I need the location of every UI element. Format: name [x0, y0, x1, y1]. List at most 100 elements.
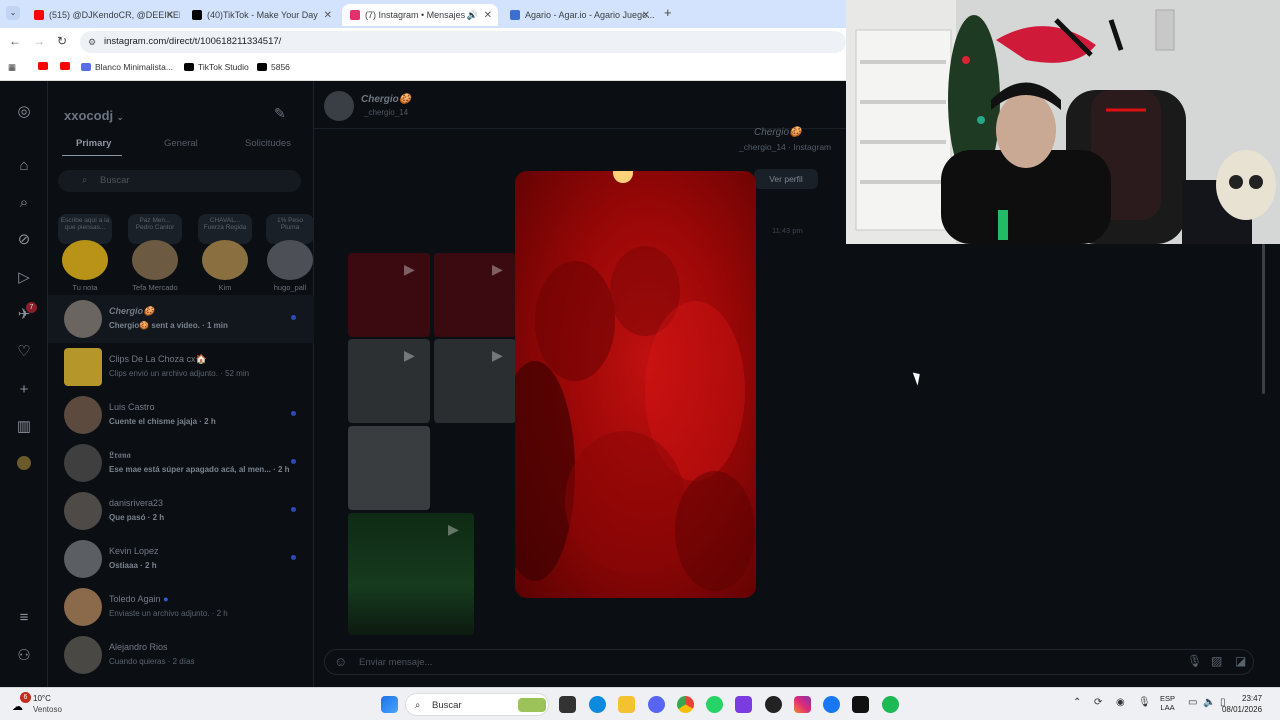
- conversation-item[interactable]: Clips De La Choza cx🏠 Clips envió un arc…: [48, 343, 314, 391]
- threads-icon[interactable]: ⚇: [15, 647, 33, 665]
- conversation-item[interactable]: Chergio🍪 Chergio🍪 sent a video. · 1 min: [48, 295, 314, 343]
- avatar: [64, 300, 102, 338]
- media-thumbnail[interactable]: ▶: [348, 513, 474, 635]
- reload-icon[interactable]: ↻: [57, 34, 67, 48]
- play-icon: ▶: [492, 347, 503, 363]
- dashboard-icon[interactable]: ▥: [15, 418, 33, 436]
- messages-icon[interactable]: ✈ 7: [15, 302, 37, 324]
- explore-icon[interactable]: ⊘: [15, 231, 33, 249]
- chat-title[interactable]: Chergio🍪: [361, 94, 411, 105]
- view-profile-button[interactable]: Ver perfil: [754, 169, 818, 189]
- tab-general[interactable]: General: [164, 138, 198, 149]
- menu-icon[interactable]: ≡: [15, 609, 33, 627]
- taskbar-search[interactable]: ⌕ Buscar: [405, 693, 549, 716]
- scrollbar-thumb[interactable]: [1262, 244, 1265, 394]
- browser-window: ⌄ (515) @DJKendoCR, @DEEIKEL... ✕ (40)Ti…: [0, 0, 846, 81]
- home-icon[interactable]: ⌂: [15, 157, 33, 175]
- windows-start-icon[interactable]: [381, 696, 398, 713]
- site-info-icon[interactable]: ⚙: [88, 31, 96, 53]
- nav-rail: ◎ ⌂ ⌕ ⊘ ▷ ✈ 7 ♡ + ▥ ≡ ⚇: [0, 81, 48, 687]
- instagram-icon[interactable]: ◎: [15, 103, 33, 121]
- tab-label: (7) Instagram • Mensajes: [365, 10, 466, 20]
- avatar: [64, 444, 102, 482]
- chrome-icon[interactable]: [677, 696, 694, 713]
- bookmark-tiktok-studio[interactable]: TikTok Studio: [184, 62, 249, 72]
- close-icon[interactable]: ✕: [166, 10, 174, 21]
- account-switcher[interactable]: xxocodj ⌄: [64, 108, 123, 123]
- bookmark-5856[interactable]: 5856: [257, 62, 290, 72]
- close-icon[interactable]: ✕: [324, 10, 332, 21]
- media-thumbnail[interactable]: ▶: [348, 253, 430, 337]
- tiktok-icon[interactable]: [852, 696, 869, 713]
- media-thumbnail[interactable]: ▶: [348, 339, 430, 423]
- conversation-item[interactable]: danisrivera23 Que pasó · 2 h: [48, 487, 314, 535]
- message-composer[interactable]: ☺ Enviar mensaje... 🎙 ▨ ◪: [324, 649, 1254, 675]
- display-icon[interactable]: ▭: [1188, 697, 1197, 708]
- tab-requests[interactable]: Solicitudes: [245, 138, 291, 149]
- emoji-icon[interactable]: ☺: [334, 654, 347, 669]
- create-icon[interactable]: +: [15, 381, 33, 399]
- inbox-tabs: Primary General Solicitudes: [48, 138, 314, 160]
- sync-icon[interactable]: ⟳: [1094, 697, 1102, 708]
- note-item[interactable]: Paz Men... Pedro Cantor Tefa Mercado: [128, 214, 182, 292]
- media-thumbnail[interactable]: [348, 426, 430, 510]
- bookmark-blanco[interactable]: Blanco Minimalista...: [81, 62, 173, 72]
- note-item[interactable]: Escribe aquí a la que piensas... Tu nota: [58, 214, 112, 292]
- microphone-icon[interactable]: 🎙: [1187, 654, 1202, 668]
- obs-icon[interactable]: [765, 696, 782, 713]
- media-thumbnail[interactable]: ▶: [434, 339, 516, 423]
- network-icon[interactable]: ◉: [1116, 697, 1125, 708]
- file-explorer-icon[interactable]: [618, 696, 635, 713]
- image-icon[interactable]: ▨: [1211, 654, 1222, 668]
- tab-agario[interactable]: Agario - Agar.io - Agario Juego... ✕: [502, 4, 656, 26]
- new-tab-button[interactable]: +: [664, 5, 672, 20]
- app-icon[interactable]: [735, 696, 752, 713]
- reels-icon[interactable]: ▷: [15, 269, 33, 287]
- facebook-icon[interactable]: [823, 696, 840, 713]
- language-indicator[interactable]: ESP LAA: [1160, 694, 1175, 712]
- audio-icon[interactable]: 🔊: [467, 10, 478, 21]
- video-player[interactable]: [515, 171, 756, 598]
- sticker-icon[interactable]: ◪: [1235, 654, 1246, 668]
- address-bar[interactable]: ⚙ instagram.com/direct/t/100618211334517…: [80, 31, 846, 53]
- search-icon[interactable]: ⌕: [15, 194, 33, 212]
- edge-icon[interactable]: [589, 696, 606, 713]
- tab-tiktok[interactable]: (40)TikTok - Make Your Day ✕: [184, 4, 338, 26]
- note-item[interactable]: CHAVAL... Fuerza Regida Kim: [198, 214, 252, 292]
- tab-instagram[interactable]: (7) Instagram • Mensajes 🔊 ✕: [342, 4, 498, 26]
- media-thumbnail[interactable]: ▶: [434, 253, 516, 337]
- apps-icon[interactable]: ▦: [8, 62, 16, 73]
- notifications-icon[interactable]: ♡: [15, 343, 33, 361]
- chevron-up-icon[interactable]: ⌃: [1073, 697, 1081, 708]
- compose-icon[interactable]: ✎: [274, 105, 286, 122]
- whatsapp-icon[interactable]: [706, 696, 723, 713]
- tab-search-button[interactable]: ⌄: [6, 6, 20, 20]
- search-input[interactable]: ⌕ Buscar: [58, 170, 301, 192]
- forward-icon[interactable]: →: [33, 34, 45, 48]
- volume-icon[interactable]: 🔈: [1203, 697, 1215, 708]
- discord-icon[interactable]: [648, 696, 665, 713]
- avatar: [64, 588, 102, 626]
- microphone-icon[interactable]: 🎙: [1138, 697, 1151, 708]
- spotify-icon[interactable]: [882, 696, 899, 713]
- messages-badge: 7: [26, 302, 37, 313]
- conversation-item[interactable]: Luis Castro Cuente el chisme jajaja · 2 …: [48, 391, 314, 439]
- conversation-item[interactable]: Alejandro Rios Cuando quieras · 2 días: [48, 631, 314, 679]
- bookmark-youtube-2[interactable]: [60, 62, 74, 70]
- avatar[interactable]: [324, 91, 354, 121]
- conversation-item[interactable]: 𝕷𝖗𝖆𝖓𝖆 Ese mae está súper apagado acá, al…: [48, 439, 314, 487]
- tab-primary[interactable]: Primary: [76, 138, 111, 149]
- clock[interactable]: 23:47 08/01/2026: [1222, 694, 1263, 714]
- tab-youtube[interactable]: (515) @DJKendoCR, @DEEIKEL... ✕: [26, 4, 180, 26]
- close-icon[interactable]: ✕: [484, 10, 492, 21]
- profile-icon[interactable]: [15, 456, 33, 474]
- note-item[interactable]: 1% Peso Pluma hugo_pall: [266, 214, 314, 292]
- close-icon[interactable]: ✕: [642, 10, 650, 21]
- clock-time: 23:47: [1242, 694, 1263, 703]
- back-icon[interactable]: ←: [9, 34, 21, 48]
- instagram-icon[interactable]: [794, 696, 811, 713]
- conversation-item[interactable]: Toledo Again ● Enviaste un archivo adjun…: [48, 583, 314, 631]
- conversation-item[interactable]: Kevin Lopez Ostiaaa · 2 h: [48, 535, 314, 583]
- task-view-icon[interactable]: [559, 696, 576, 713]
- bookmark-youtube-1[interactable]: [38, 62, 52, 70]
